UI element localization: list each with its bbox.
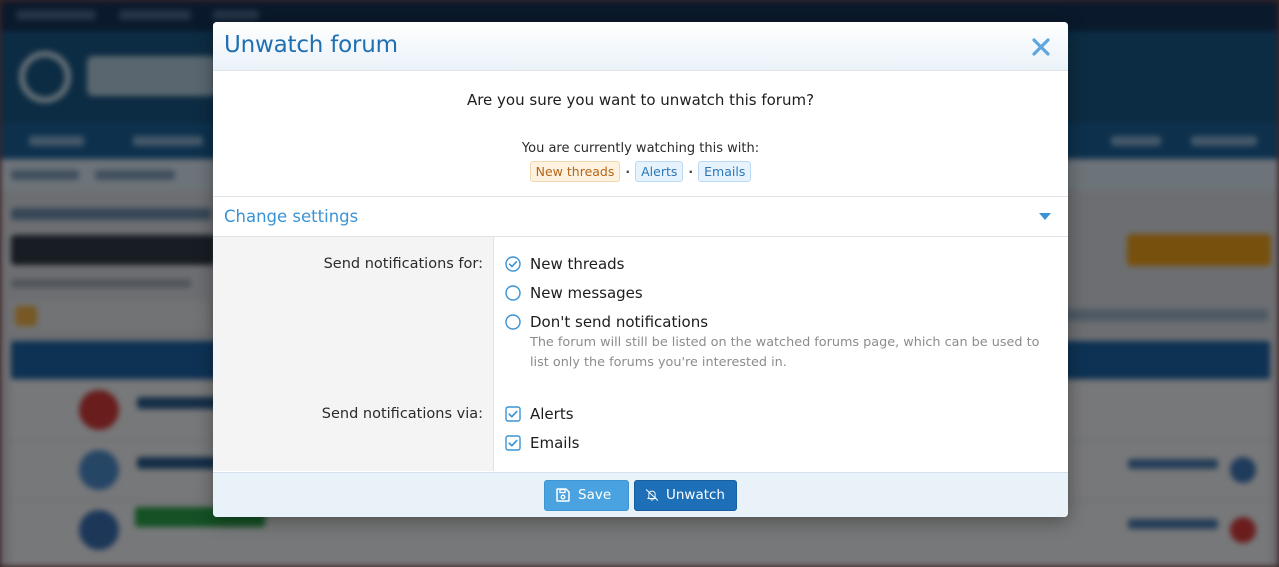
dialog-title: Unwatch forum <box>224 32 398 58</box>
close-button[interactable] <box>1026 32 1056 62</box>
change-settings-label: Change settings <box>224 207 359 226</box>
watching-text: You are currently watching this with: <box>521 141 760 156</box>
confirm-question: Are you sure you want to unwatch this fo… <box>466 91 815 109</box>
radio-new-messages[interactable]: New messages <box>505 284 643 302</box>
dialog-footer: Save Unwatch <box>213 472 1068 517</box>
notify-for-label: Send notifications for: <box>323 256 483 272</box>
save-button[interactable]: Save <box>544 479 629 511</box>
radio-label: New messages <box>530 284 643 302</box>
unwatch-label: Unwatch <box>665 487 725 503</box>
radio-label: New threads <box>530 255 625 273</box>
dialog-body: Are you sure you want to unwatch this fo… <box>213 71 1068 197</box>
close-icon <box>1032 38 1050 56</box>
pill-alerts: Alerts <box>635 161 684 182</box>
radio-new-threads[interactable]: New threads <box>505 255 624 273</box>
settings-form: Send notifications for: Send notificatio… <box>213 237 1068 471</box>
save-label: Save <box>578 487 612 503</box>
radio-checked-icon <box>505 256 521 272</box>
dialog-header: Unwatch forum <box>213 22 1068 71</box>
pill-new-threads: New threads <box>529 161 621 182</box>
checkbox-checked-icon <box>505 406 521 422</box>
notify-via-label: Send notifications via: <box>321 406 483 422</box>
bell-slash-icon <box>645 489 659 501</box>
separator-dot: · <box>625 164 631 179</box>
form-label-column: Send notifications for: Send notificatio… <box>213 237 494 471</box>
watching-pills: New threads · Alerts · Emails <box>213 161 1068 182</box>
dont-send-hint: The forum will still be listed on the wa… <box>530 335 1040 370</box>
save-icon <box>556 488 570 502</box>
radio-dont-send[interactable]: Don't send notifications <box>505 313 708 331</box>
checkbox-emails[interactable]: Emails <box>505 434 579 452</box>
unwatch-forum-dialog: Unwatch forum Are you sure you want to u… <box>213 22 1068 517</box>
pill-emails: Emails <box>698 161 752 182</box>
change-settings-toggle[interactable]: Change settings <box>213 197 1068 237</box>
checkbox-checked-icon <box>505 435 521 451</box>
checkbox-alerts[interactable]: Alerts <box>505 405 574 423</box>
checkbox-label: Alerts <box>530 405 574 423</box>
radio-unchecked-icon <box>505 285 521 301</box>
checkbox-label: Emails <box>530 434 580 452</box>
unwatch-button[interactable]: Unwatch <box>634 479 737 511</box>
separator-dot: · <box>688 164 694 179</box>
caret-down-icon <box>1039 213 1051 220</box>
radio-label: Don't send notifications <box>530 313 709 331</box>
radio-unchecked-icon <box>505 314 521 330</box>
